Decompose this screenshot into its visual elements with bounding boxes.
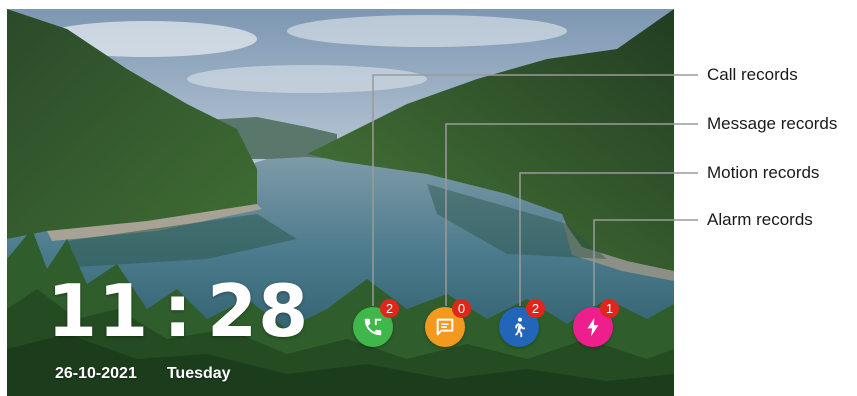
- alarm-records-badge: 1: [600, 299, 619, 318]
- home-screen: 11:28 26-10-2021 Tuesday 2 0 2 1: [7, 9, 674, 396]
- weekday-text: Tuesday: [166, 365, 231, 382]
- message-records-button[interactable]: 0: [425, 299, 471, 347]
- alarm-records-label: Alarm records: [707, 210, 813, 229]
- clock-hour: 11: [47, 269, 150, 353]
- phone-icon: [364, 318, 382, 336]
- message-icon: [436, 318, 454, 336]
- message-records-badge: 0: [452, 299, 471, 318]
- alarm-records-button[interactable]: 1: [573, 299, 619, 347]
- date-row: 26-10-2021 Tuesday: [55, 365, 231, 383]
- clock-minute: 28: [207, 269, 310, 353]
- motion-records-label: Motion records: [707, 163, 820, 182]
- date-text: 26-10-2021: [55, 365, 137, 382]
- call-records-button[interactable]: 2: [353, 299, 399, 347]
- message-records-label: Message records: [707, 114, 838, 133]
- call-records-label: Call records: [707, 65, 798, 84]
- motion-records-button[interactable]: 2: [499, 299, 545, 347]
- call-records-badge: 2: [380, 299, 399, 318]
- clock-separator: :: [163, 269, 193, 353]
- motion-records-badge: 2: [526, 299, 545, 318]
- walking-person-icon: [514, 317, 525, 338]
- lightning-icon: [587, 317, 599, 337]
- clock-time: 11:28: [47, 275, 309, 347]
